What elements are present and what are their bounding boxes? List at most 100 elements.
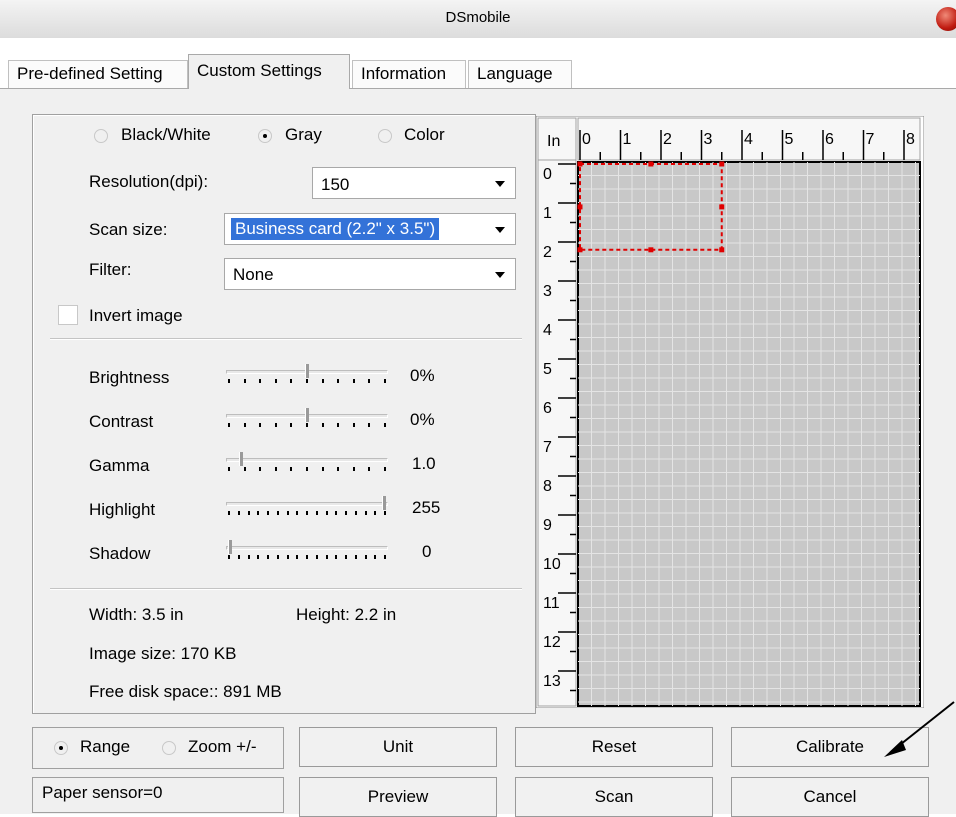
slider-track[interactable] <box>226 546 388 550</box>
slider-thumb[interactable] <box>228 540 232 554</box>
close-icon[interactable] <box>936 7 956 31</box>
chevron-down-icon[interactable] <box>488 171 512 195</box>
slider-tick <box>276 555 279 559</box>
radio-gray[interactable] <box>258 129 272 143</box>
preview-grid-area[interactable] <box>577 161 921 707</box>
slider-tick <box>337 379 340 383</box>
selection-handle[interactable] <box>577 247 583 253</box>
slider-tick <box>335 511 338 515</box>
x-ruler-label: 6 <box>825 131 834 148</box>
slider-tick <box>228 379 230 383</box>
x-ruler-label: 8 <box>906 131 915 148</box>
slider-thumb[interactable] <box>305 408 309 422</box>
radio-range[interactable] <box>54 741 68 755</box>
reset-button[interactable]: Reset <box>515 727 713 767</box>
slider-tick <box>296 555 299 559</box>
slider-tick <box>286 511 289 515</box>
y-ruler-label: 12 <box>543 634 561 651</box>
scan-preview[interactable]: In 0 1 2 3 4 5 6 7 8012345678910111213 <box>536 116 924 708</box>
slider-tick <box>337 467 340 471</box>
calibrate-button[interactable]: Calibrate <box>731 727 929 767</box>
y-ruler-label: 8 <box>543 478 552 495</box>
slider-thumb[interactable] <box>305 364 309 378</box>
slider-track[interactable] <box>226 458 388 462</box>
slider-tick <box>384 423 386 427</box>
slider-value: 255 <box>412 498 441 517</box>
slider-tick <box>306 555 308 559</box>
window-title: DSmobile <box>445 9 511 26</box>
selection-handle[interactable] <box>719 161 725 167</box>
slider-tick <box>315 511 318 515</box>
selection-handle[interactable] <box>577 161 583 167</box>
selection-handle[interactable] <box>648 161 654 167</box>
radio-label-color: Color <box>404 125 445 144</box>
slider-tick <box>243 467 246 471</box>
divider <box>50 338 522 340</box>
slider-tick <box>306 423 308 427</box>
selection-handle[interactable] <box>719 247 725 253</box>
tab-information[interactable]: Information <box>352 60 466 88</box>
slider-tick <box>352 423 355 427</box>
preview-button[interactable]: Preview <box>299 777 497 817</box>
tab-language[interactable]: Language <box>468 60 572 88</box>
x-ruler-label: 4 <box>744 131 753 148</box>
slider-tick <box>306 379 308 383</box>
slider-tick <box>259 467 262 471</box>
chevron-down-icon[interactable] <box>488 217 512 241</box>
slider-tick <box>237 511 240 515</box>
slider-tick <box>274 379 277 383</box>
invert-image-checkbox[interactable] <box>58 305 78 325</box>
filter-select[interactable]: None <box>224 258 516 290</box>
slider-tick <box>384 511 386 515</box>
slider-tick <box>290 379 293 383</box>
unit-button[interactable]: Unit <box>299 727 497 767</box>
x-ruler-label: 2 <box>663 131 672 148</box>
slider-tick <box>352 467 355 471</box>
scan-size-label: Scan size: <box>89 220 168 239</box>
slider-tick <box>315 555 318 559</box>
slider-tick <box>368 423 371 427</box>
slider-tick <box>374 555 377 559</box>
scan-size-value: Business card (2.2" x 3.5") <box>231 218 440 240</box>
scan-size-select[interactable]: Business card (2.2" x 3.5") <box>224 213 516 245</box>
width-readout: Width: 3.5 in <box>89 605 184 624</box>
tab-custom-settings[interactable]: Custom Settings <box>188 54 350 89</box>
slider-thumb[interactable] <box>238 452 243 466</box>
tab-label: Pre-defined Setting <box>17 64 163 83</box>
resolution-select[interactable]: 150 <box>312 167 516 199</box>
slider-tick <box>243 379 246 383</box>
radio-zoom[interactable] <box>162 741 176 755</box>
slider-tick <box>374 511 377 515</box>
slider-tick <box>321 379 324 383</box>
selection-handle[interactable] <box>577 204 583 210</box>
slider-tick <box>321 423 324 427</box>
slider-tick <box>364 511 367 515</box>
x-ruler-label: 0 <box>582 131 591 148</box>
radio-black-white[interactable] <box>94 129 108 143</box>
slider-tick <box>274 467 277 471</box>
slider-tick <box>257 511 260 515</box>
slider-thumb[interactable] <box>382 496 386 510</box>
slider-tick <box>257 555 260 559</box>
slider-tick <box>228 423 230 427</box>
x-ruler-label: 7 <box>866 131 875 148</box>
selection-handle[interactable] <box>648 247 654 253</box>
chevron-down-icon[interactable] <box>488 262 512 286</box>
radio-color[interactable] <box>378 129 392 143</box>
slider-value: 0% <box>410 366 435 385</box>
slider-tick <box>243 423 246 427</box>
slider-track[interactable] <box>226 502 388 506</box>
slider-tick <box>228 555 230 559</box>
tab-predefined-setting[interactable]: Pre-defined Setting <box>8 60 188 88</box>
y-ruler-label: 13 <box>543 673 561 690</box>
selection-handle[interactable] <box>719 204 725 210</box>
y-ruler-label: 10 <box>543 556 561 573</box>
slider-value: 0% <box>410 410 435 429</box>
scan-button[interactable]: Scan <box>515 777 713 817</box>
slider-tick <box>228 511 230 515</box>
slider-tick <box>337 423 340 427</box>
slider-tick <box>274 423 277 427</box>
cancel-button[interactable]: Cancel <box>731 777 929 817</box>
x-ruler-label: 3 <box>704 131 713 148</box>
slider-tick <box>345 511 347 515</box>
